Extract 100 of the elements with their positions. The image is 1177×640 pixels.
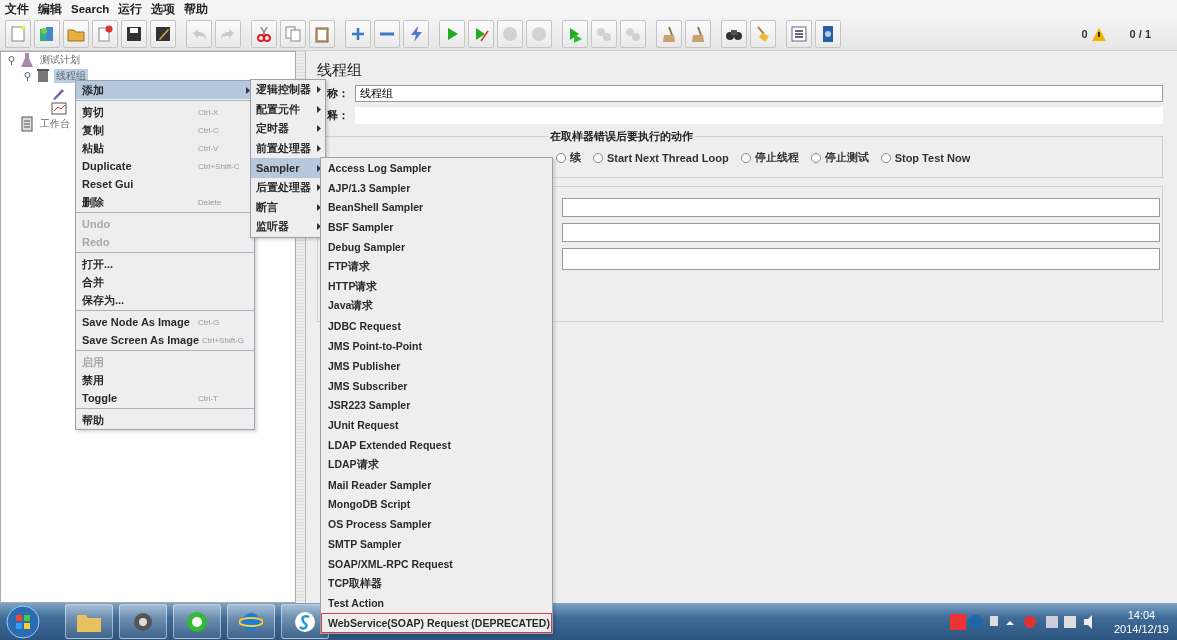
menu-item[interactable]: 定时器	[251, 119, 325, 139]
radio-button[interactable]	[880, 152, 891, 163]
submenu-arrow-icon	[317, 86, 321, 94]
start-orb-icon[interactable]	[5, 603, 41, 640]
radio-label[interactable]: Stop Test Now	[894, 151, 971, 164]
radio-label[interactable]: 续	[570, 150, 581, 165]
taskbar-button[interactable]	[65, 604, 113, 639]
menu-item[interactable]: 帮助	[76, 411, 254, 429]
document-delete-icon	[96, 25, 114, 43]
menu-item[interactable]: 复制 Ctrl-C	[76, 121, 254, 139]
radio-button[interactable]	[593, 152, 603, 163]
panel-title: 线程组	[317, 61, 363, 80]
menu-item[interactable]: 配置元件	[251, 99, 325, 120]
tree-handle-icon[interactable]	[7, 55, 16, 65]
input-field[interactable]	[562, 223, 1160, 242]
taskbar-button[interactable]	[227, 604, 275, 639]
menu-item[interactable]: 删除 Delete	[76, 193, 254, 211]
menu-item[interactable]: Reset Gui	[76, 175, 254, 193]
field-label: 释：	[327, 108, 350, 123]
spool-icon	[35, 68, 51, 84]
books-icon	[38, 25, 56, 43]
menu-item[interactable]: Save Node As Image Ctrl-G	[76, 313, 254, 331]
plus-icon	[349, 25, 367, 43]
menu-item[interactable]: TCP取样器	[321, 573, 552, 594]
tree-node-label[interactable]: 测试计划	[38, 53, 82, 67]
menu-item[interactable]: 粘贴 Ctrl-V	[76, 139, 254, 157]
menu-item[interactable]: Save Screen As Image Ctrl+Shift-G	[76, 331, 254, 349]
menu-item[interactable]: 合并	[76, 273, 254, 291]
submenu-arrow-icon	[317, 145, 321, 153]
input-field[interactable]	[562, 198, 1160, 217]
radio-button[interactable]	[556, 152, 566, 163]
menu-item[interactable]: FTP请求	[321, 257, 552, 277]
tree-node-label[interactable]: 线程组	[54, 69, 88, 83]
name-field[interactable]: 线程组	[355, 85, 1163, 102]
menu-title[interactable]: 运行	[115, 1, 149, 17]
error-count: 0	[1081, 28, 1088, 40]
menu-item[interactable]: WebService(SOAP) Request (DEPRECATED)	[321, 613, 552, 634]
menu-item[interactable]: JMS Subscriber	[321, 375, 552, 396]
warning-icon	[1091, 27, 1106, 41]
menu-item[interactable]: SMTP Sampler	[321, 534, 552, 554]
menu-title[interactable]: 选项	[148, 1, 182, 17]
menu-item[interactable]: Test Action	[321, 593, 552, 614]
menu-item[interactable]: OS Process Sampler	[321, 514, 552, 535]
menu-item[interactable]: 前置处理器	[251, 138, 325, 159]
tree-handle-icon[interactable]	[23, 71, 32, 81]
menu-item[interactable]: Debug Sampler	[321, 237, 552, 257]
taskbar-button[interactable]	[173, 604, 221, 639]
gears-icon	[624, 25, 642, 43]
menu-item[interactable]: 保存为...	[76, 291, 254, 309]
menu-item[interactable]: JSR223 Sampler	[321, 395, 552, 416]
radio-label[interactable]: 停止测试	[824, 150, 869, 165]
toolbar-button[interactable]	[150, 20, 176, 48]
input-field[interactable]	[562, 248, 1160, 270]
minus-icon	[380, 32, 394, 36]
tree-node-label[interactable]: 工作台	[38, 117, 72, 131]
menu-item[interactable]: BeanShell Sampler	[321, 197, 552, 218]
menu-item[interactable]: 剪切 Ctrl-X	[76, 103, 254, 121]
menu-item[interactable]: Toggle Ctrl-T	[76, 389, 254, 407]
menu-title[interactable]: 帮助	[181, 1, 215, 17]
radio-label[interactable]: Start Next Thread Loop	[607, 151, 729, 164]
clock-time: 14:04	[1127, 607, 1156, 622]
menu-item[interactable]: Java请求	[321, 296, 552, 317]
menu-item[interactable]: BSF Sampler	[321, 217, 552, 238]
menu-item[interactable]: HTTP请求	[321, 276, 552, 297]
brush-icon	[689, 25, 707, 43]
menu-item[interactable]: LDAP请求	[321, 454, 552, 475]
menu-item[interactable]: 禁用	[76, 371, 254, 389]
menu-item[interactable]: 打开...	[76, 255, 254, 273]
menu-item[interactable]: SOAP/XML-RPC Request	[321, 553, 552, 574]
radio-button[interactable]	[810, 152, 821, 163]
chart-icon	[51, 100, 67, 116]
submenu-arrow-icon	[317, 203, 321, 211]
menu-item[interactable]: Mail Reader Sampler	[321, 474, 552, 495]
menu-item[interactable]: JMS Point-to-Point	[321, 336, 552, 356]
menu-title[interactable]: Search	[68, 3, 116, 15]
toolbar-button[interactable]	[721, 20, 747, 48]
menu-title[interactable]: 文件	[2, 1, 35, 17]
menu-item[interactable]: LDAP Extended Request	[321, 435, 552, 455]
menu-item[interactable]: JDBC Request	[321, 316, 552, 337]
gears-icon	[595, 25, 613, 43]
field-label: 称：	[327, 86, 350, 101]
taskbar-button[interactable]	[119, 604, 167, 639]
menu-title[interactable]: 编辑	[35, 1, 68, 17]
menu-item[interactable]: 逻辑控制器	[251, 80, 325, 100]
browser-icon	[185, 609, 209, 634]
menu-item[interactable]: AJP/1.3 Sampler	[321, 177, 552, 198]
stop-icon	[530, 25, 548, 43]
stop-icon	[501, 25, 519, 43]
menu-item[interactable]: JUnit Request	[321, 415, 552, 436]
menu-item[interactable]: Duplicate Ctrl+Shift-C	[76, 157, 254, 175]
radio-label[interactable]: 停止线程	[754, 150, 799, 165]
toolbar-button[interactable]	[121, 20, 147, 48]
toolbar-button[interactable]	[786, 20, 812, 48]
floppy-pen-icon	[154, 25, 172, 43]
radio-button[interactable]	[740, 152, 751, 163]
menu-item[interactable]: MongoDB Script	[321, 494, 552, 515]
menu-item[interactable]: JMS Publisher	[321, 355, 552, 376]
submenu-arrow-icon	[317, 125, 321, 133]
toolbar-button[interactable]	[815, 20, 841, 48]
copy-icon	[284, 25, 302, 43]
